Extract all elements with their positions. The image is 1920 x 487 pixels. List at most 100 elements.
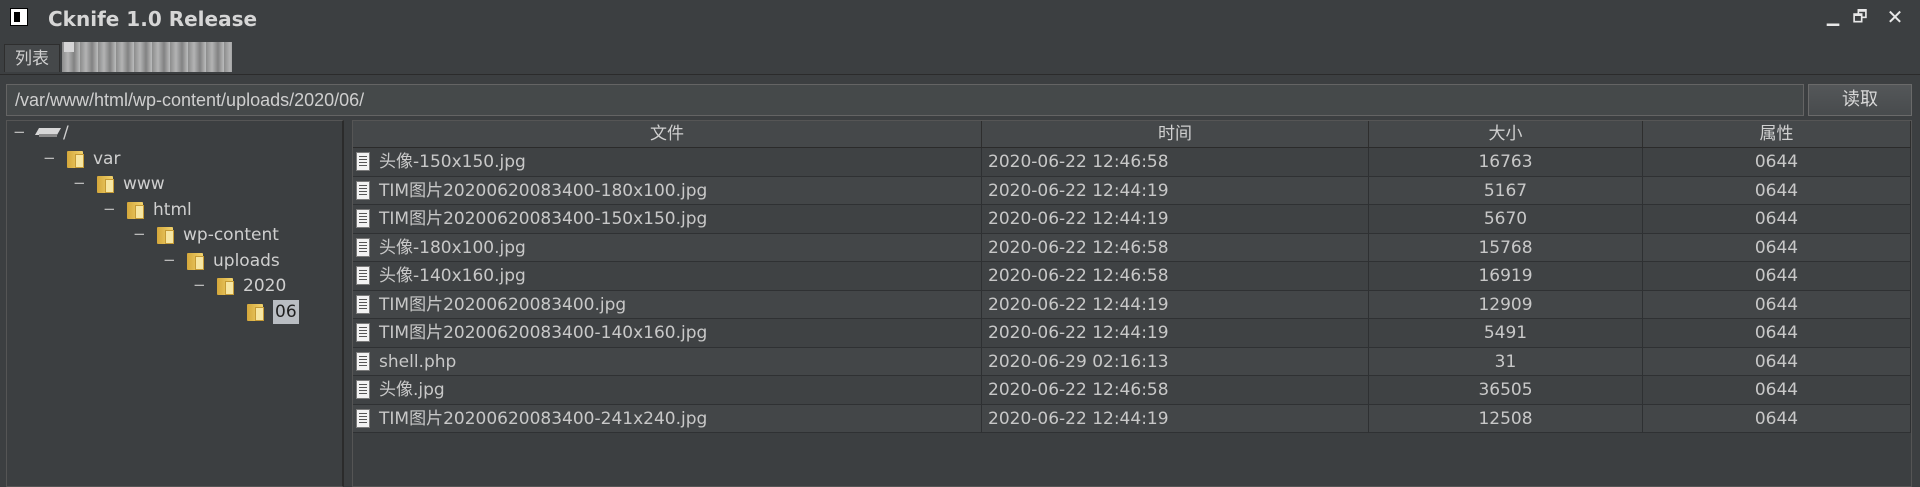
file-name-cell: TIM图片20200620083400-180x100.jpg xyxy=(353,176,982,205)
table-row[interactable]: TIM图片20200620083400.jpg 2020-06-22 12:44:… xyxy=(353,290,1911,319)
file-time-cell: 2020-06-22 12:44:19 xyxy=(982,319,1369,347)
file-icon xyxy=(356,266,370,285)
file-name: TIM图片20200620083400-150x150.jpg xyxy=(379,209,708,229)
file-name: 头像.jpg xyxy=(379,380,445,400)
file-time-cell: 2020-06-22 12:44:19 xyxy=(982,290,1369,319)
table-row[interactable]: 头像.jpg 2020-06-22 12:46:58 36505 0644 xyxy=(353,376,1911,405)
table-row[interactable]: 头像-150x150.jpg 2020-06-22 12:46:58 16763 06… xyxy=(353,148,1911,177)
file-size-cell: 36505 xyxy=(1369,376,1643,404)
file-time-cell: 2020-06-22 12:44:19 xyxy=(982,205,1369,233)
file-icon xyxy=(356,152,370,171)
table-row[interactable]: 头像-140x160.jpg 2020-06-22 12:46:58 16919 06… xyxy=(353,262,1911,291)
app-window: Cknife 1.0 Release ▁ 🗗 ✕ 列表 读取 −/−var−ww… xyxy=(0,0,1920,487)
path-input[interactable] xyxy=(6,84,1804,116)
tree-node[interactable]: − 2020 xyxy=(7,274,337,298)
file-size-cell: 5491 xyxy=(1369,319,1643,347)
file-icon xyxy=(356,237,370,257)
tree-collapse-toggle[interactable]: − xyxy=(103,198,116,222)
column-header-time[interactable]: 时间 xyxy=(982,121,1369,147)
tree-node-label: / xyxy=(63,123,69,143)
file-attr-cell: 0644 xyxy=(1643,376,1911,404)
read-button[interactable]: 读取 xyxy=(1808,84,1912,116)
file-size-cell: 16919 xyxy=(1369,262,1643,290)
tree-node-label: www xyxy=(123,174,165,194)
table-row[interactable]: 头像-180x100.jpg 2020-06-22 12:46:58 15768 06… xyxy=(353,233,1911,262)
tree-node[interactable]: − / xyxy=(7,121,337,145)
file-name-cell: TIM图片20200620083400-241x240.jpg xyxy=(353,404,982,433)
file-attr-cell: 0644 xyxy=(1643,290,1911,319)
column-header-size[interactable]: 大小 xyxy=(1369,121,1643,147)
file-name: TIM图片20200620083400-180x100.jpg xyxy=(379,180,708,201)
file-attr-cell: 0644 xyxy=(1643,176,1911,205)
column-header-name[interactable]: 文件 xyxy=(353,121,982,147)
directory-tree[interactable]: − / − var − www − html − wp-content − uploads −2020 0… xyxy=(6,120,344,487)
file-name: 头像-140x160.jpg xyxy=(379,266,526,286)
close-icon[interactable]: ✕ xyxy=(1884,6,1906,28)
file-name: 头像-150x150.jpg xyxy=(379,152,526,172)
file-size-cell: 31 xyxy=(1369,347,1643,376)
tree-node-label: html xyxy=(153,199,192,220)
tree-node[interactable]: − var xyxy=(7,147,337,171)
table-row[interactable]: TIM图片20200620083400-140x160.jpg 2020-06-2… xyxy=(353,319,1911,348)
file-size-cell: 5670 xyxy=(1369,205,1643,233)
title-bar[interactable]: Cknife 1.0 Release ▁ 🗗 ✕ xyxy=(0,0,1920,38)
folder-icon xyxy=(187,252,205,270)
file-name-cell: shell.php xyxy=(353,347,982,376)
table-row[interactable]: shell.php 2020-06-29 02:16:13 31 0644 xyxy=(353,347,1911,376)
minimize-icon[interactable]: ▁ xyxy=(1822,6,1844,28)
table-row[interactable]: TIM图片20200620083400-150x150.jpg 2020-06-2… xyxy=(353,205,1911,234)
file-name: shell.php xyxy=(379,351,457,372)
tree-node[interactable]: − html xyxy=(7,198,337,222)
file-attr-cell: 0644 xyxy=(1643,262,1911,290)
file-attr-cell: 0644 xyxy=(1643,205,1911,233)
file-name-cell: 头像-140x160.jpg xyxy=(353,262,982,290)
tree-collapse-toggle[interactable]: − xyxy=(73,172,86,196)
table-row[interactable]: TIM图片20200620083400-180x100.jpg 2020-06-2… xyxy=(353,176,1911,205)
file-attr-cell: 0644 xyxy=(1643,148,1911,176)
file-icon xyxy=(356,408,370,428)
folder-icon xyxy=(127,201,145,219)
tree-collapse-toggle[interactable]: − xyxy=(133,223,146,247)
tree-collapse-toggle[interactable] xyxy=(223,300,235,324)
file-name-cell: TIM图片20200620083400-140x160.jpg xyxy=(353,319,982,347)
file-time-cell: 2020-06-22 12:46:58 xyxy=(982,233,1369,262)
folder-icon xyxy=(97,175,115,193)
file-table[interactable]: 文件 时间 大小 属性 头像-150x150.jpg 2020-06-22 12:… xyxy=(352,120,1912,487)
tree-collapse-toggle[interactable]: − xyxy=(163,249,176,273)
column-header-attr[interactable]: 属性 xyxy=(1643,121,1911,147)
tree-collapse-toggle[interactable]: − xyxy=(43,147,56,171)
table-header: 文件 时间 大小 属性 xyxy=(353,121,1911,148)
table-row[interactable]: TIM图片20200620083400-241x240.jpg 2020-06-2… xyxy=(353,404,1911,433)
tree-node-label: 2020 xyxy=(243,276,287,296)
tab-list[interactable]: 列表 xyxy=(4,44,60,72)
tab-host-redacted[interactable] xyxy=(62,42,232,72)
file-attr-cell: 0644 xyxy=(1643,319,1911,347)
file-name: 头像-180x100.jpg xyxy=(379,237,526,258)
tree-node[interactable]: 06 xyxy=(7,299,337,324)
file-name-cell: 头像-180x100.jpg xyxy=(353,233,982,262)
file-name-cell: 头像-150x150.jpg xyxy=(353,148,982,176)
maximize-icon[interactable]: 🗗 xyxy=(1849,6,1871,28)
tree-node[interactable]: − uploads xyxy=(7,249,337,273)
file-time-cell: 2020-06-29 02:16:13 xyxy=(982,347,1369,376)
file-icon xyxy=(356,209,370,228)
file-time-cell: 2020-06-22 12:44:19 xyxy=(982,176,1369,205)
file-icon xyxy=(356,323,370,342)
folder-icon xyxy=(217,277,235,295)
file-name-cell: TIM图片20200620083400.jpg xyxy=(353,290,982,319)
file-icon xyxy=(356,180,370,200)
tree-collapse-toggle[interactable]: − xyxy=(193,274,206,298)
file-icon xyxy=(356,351,370,371)
window-title: Cknife 1.0 Release xyxy=(48,7,258,31)
tree-node[interactable]: − wp-content xyxy=(7,223,337,247)
folder-icon xyxy=(247,303,265,321)
file-time-cell: 2020-06-22 12:46:58 xyxy=(982,148,1369,176)
folder-icon xyxy=(67,150,85,168)
folder-icon xyxy=(157,226,175,244)
file-name: TIM图片20200620083400-140x160.jpg xyxy=(379,323,708,343)
app-logo-icon xyxy=(10,8,28,26)
tree-collapse-toggle[interactable]: − xyxy=(13,121,26,145)
file-time-cell: 2020-06-22 12:44:19 xyxy=(982,404,1369,433)
tab-site-icon xyxy=(64,42,74,52)
tree-node[interactable]: − www xyxy=(7,172,337,196)
